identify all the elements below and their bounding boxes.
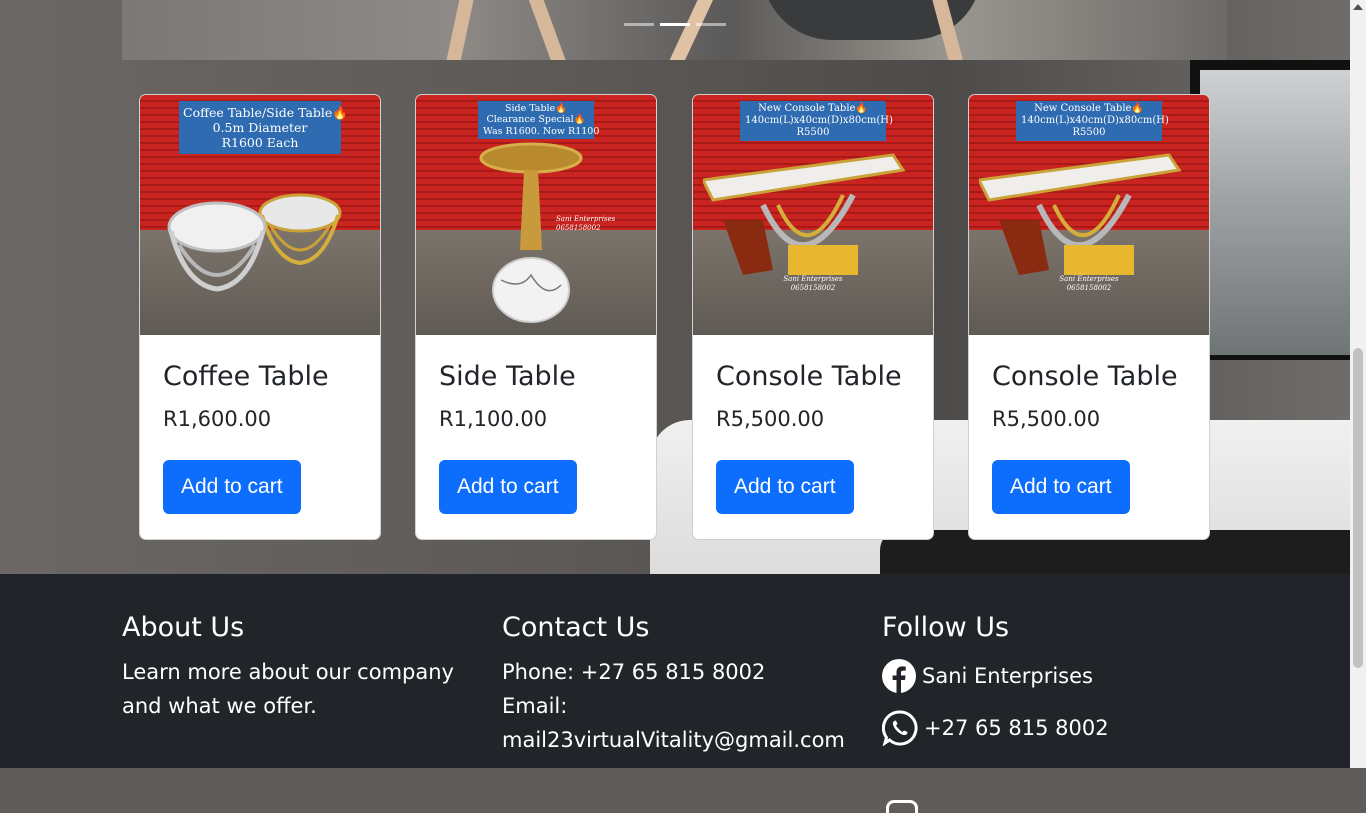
caption-line: New Console Table🔥: [1034, 103, 1144, 114]
product-price: R5,500.00: [716, 407, 825, 431]
product-card: Coffee Table/Side Table🔥 0.5m Diameter R…: [139, 94, 381, 540]
chair-leg: [527, 0, 571, 60]
chair-leg: [442, 0, 476, 60]
caption-line: R5500: [1072, 127, 1106, 138]
caption-line: 140cm(L)x40cm(D)x80cm(H): [745, 115, 893, 126]
add-to-cart-button[interactable]: Add to cart: [439, 460, 577, 514]
side-table-illustration: [479, 142, 583, 323]
add-to-cart-button[interactable]: Add to cart: [163, 460, 301, 514]
scrollbar-thumb[interactable]: [1353, 348, 1363, 668]
caption-line: 140cm(L)x40cm(D)x80cm(H): [1021, 115, 1169, 126]
image-watermark: Sani Enterprises 0658158002: [783, 275, 843, 293]
image-caption: Coffee Table/Side Table🔥 0.5m Diameter R…: [179, 101, 348, 154]
contact-email-label: Email:: [502, 694, 568, 718]
caption-line: Clearance Special🔥: [486, 114, 586, 126]
product-image[interactable]: Sani Enterprises 0658158002 New Console …: [969, 95, 1209, 335]
caption-line: R1600 Each: [221, 135, 299, 150]
footer-about: About Us Learn more about our company an…: [122, 610, 482, 723]
follow-heading: Follow Us: [882, 612, 1010, 643]
wall-picture: [1200, 70, 1350, 355]
console-table-illustration: [979, 153, 1182, 275]
about-text-line: Learn more about our company: [122, 660, 454, 684]
caption-line: 0.5m Diameter: [212, 120, 308, 135]
caption-line: Was R1600. Now R1100: [483, 125, 600, 137]
image-caption: Side Table🔥 Clearance Special🔥 Was R1600…: [478, 101, 600, 140]
contact-email[interactable]: mail23virtualVitality@gmail.com: [502, 723, 862, 757]
console-table-illustration: [703, 153, 906, 275]
footer-follow: Follow Us Sani Enterprises +27 65 815 80…: [882, 610, 1322, 813]
product-card: Sani Enterprises 0658158002 Side Table🔥 …: [415, 94, 657, 540]
caption-line: Side Table🔥: [504, 103, 568, 114]
caption-line: New Console Table🔥: [758, 103, 868, 114]
image-caption: New Console Table🔥 140cm(L)x40cm(D)x80cm…: [740, 101, 893, 141]
caption-line: Coffee Table/Side Table🔥: [183, 105, 348, 120]
facebook-link[interactable]: Sani Enterprises: [882, 656, 1322, 696]
page-scrollbar[interactable]: [1350, 0, 1366, 768]
image-watermark: Sani Enterprises 0658158002: [556, 215, 616, 233]
carousel-indicator-1[interactable]: [624, 23, 654, 26]
product-title: Coffee Table: [163, 361, 329, 392]
product-title: Console Table: [716, 361, 902, 392]
product-image[interactable]: Sani Enterprises 0658158002 New Console …: [693, 95, 933, 335]
add-to-cart-button[interactable]: Add to cart: [716, 460, 854, 514]
facebook-icon: [882, 659, 916, 693]
product-price: R1,100.00: [439, 407, 548, 431]
footer-contact: Contact Us Phone: +27 65 815 8002 Email:…: [502, 610, 862, 757]
image-watermark: Sani Enterprises 0658158002: [1059, 275, 1119, 293]
whatsapp-icon: [882, 710, 918, 746]
about-heading: About Us: [122, 612, 245, 643]
chair-leg: [663, 0, 715, 60]
product-title: Console Table: [992, 361, 1178, 392]
about-text-line: and what we offer.: [122, 694, 317, 718]
caption-line: R5500: [796, 127, 830, 138]
product-image[interactable]: Coffee Table/Side Table🔥 0.5m Diameter R…: [140, 95, 380, 335]
product-card: Sani Enterprises 0658158002 New Console …: [692, 94, 934, 540]
site-footer: About Us Learn more about our company an…: [0, 574, 1350, 813]
product-price: R1,600.00: [163, 407, 272, 431]
whatsapp-label: +27 65 815 8002: [924, 716, 1109, 740]
hero-carousel: [122, 0, 1227, 60]
product-title: Side Table: [439, 361, 576, 392]
scroll-up-arrow-icon[interactable]: [1353, 4, 1363, 10]
nesting-tables-illustration: [167, 193, 342, 292]
email-icon[interactable]: [886, 800, 918, 813]
facebook-label: Sani Enterprises: [922, 664, 1093, 688]
carousel-indicator-2[interactable]: [660, 23, 690, 26]
contact-phone: Phone: +27 65 815 8002: [502, 660, 766, 684]
carousel-indicator-3[interactable]: [696, 23, 726, 26]
image-caption: New Console Table🔥 140cm(L)x40cm(D)x80cm…: [1016, 101, 1169, 141]
whatsapp-link[interactable]: +27 65 815 8002: [882, 708, 1322, 748]
product-card: Sani Enterprises 0658158002 New Console …: [968, 94, 1210, 540]
contact-heading: Contact Us: [502, 612, 650, 643]
product-image[interactable]: Sani Enterprises 0658158002 Side Table🔥 …: [416, 95, 656, 335]
product-price: R5,500.00: [992, 407, 1101, 431]
add-to-cart-button[interactable]: Add to cart: [992, 460, 1130, 514]
